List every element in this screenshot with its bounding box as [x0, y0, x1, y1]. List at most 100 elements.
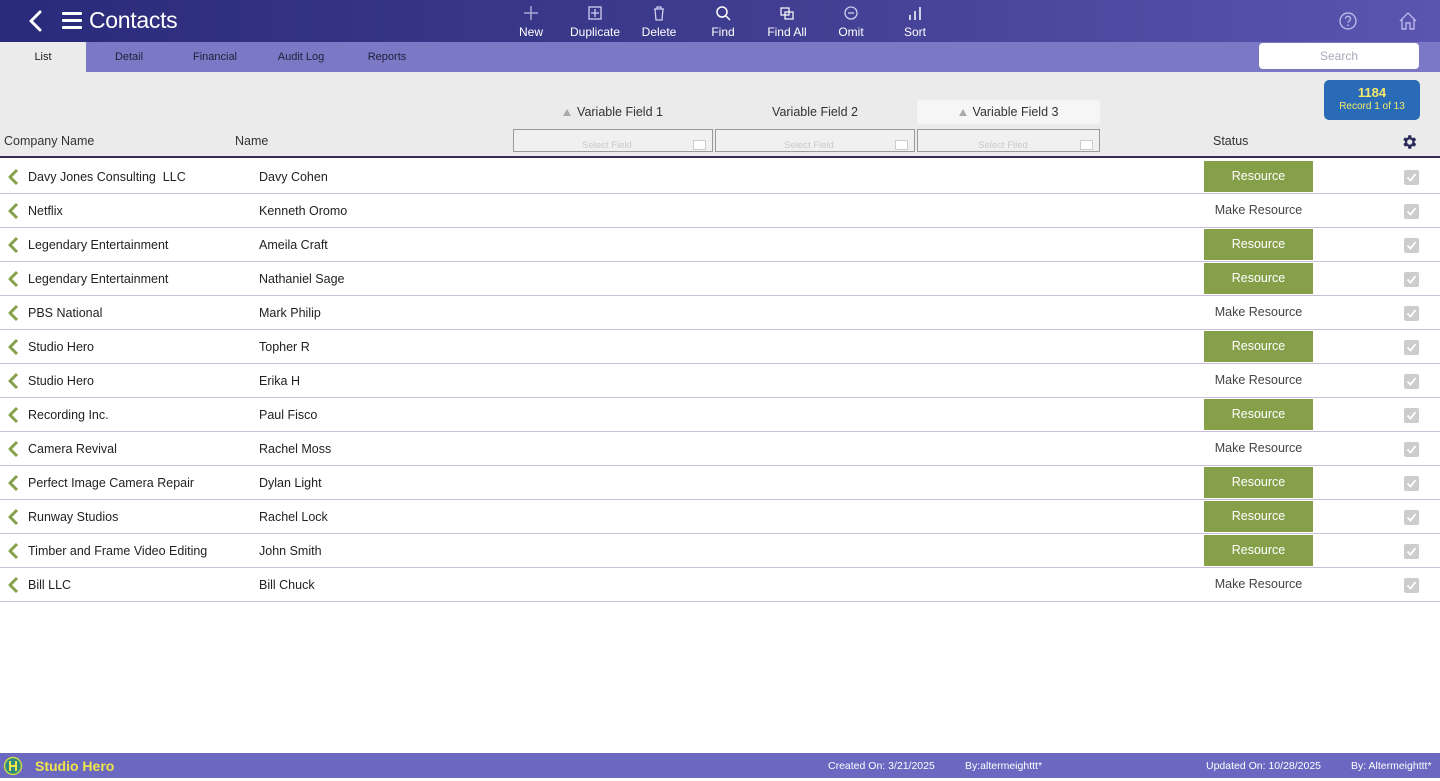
row-checkbox[interactable] [1404, 544, 1419, 559]
help-circle-icon[interactable] [1338, 11, 1358, 31]
chevron-left-icon[interactable] [7, 542, 21, 560]
make-resource-button[interactable]: Make Resource [1204, 195, 1313, 226]
table-row[interactable]: Legendary Entertainment Ameila Craft Res… [0, 228, 1440, 262]
find-button[interactable]: Find [687, 4, 759, 40]
row-checkbox[interactable] [1404, 204, 1419, 219]
table-row[interactable]: Perfect Image Camera Repair Dylan Light … [0, 466, 1440, 500]
chevron-left-icon[interactable] [7, 474, 21, 492]
variable-field-3-header[interactable]: Variable Field 3 [917, 100, 1100, 124]
find-all-button[interactable]: Find All [751, 4, 823, 40]
table-row[interactable]: Legendary Entertainment Nathaniel Sage R… [0, 262, 1440, 296]
row-checkbox[interactable] [1404, 578, 1419, 593]
table-row[interactable]: Recording Inc. Paul Fisco Resource [0, 398, 1440, 432]
table-row[interactable]: Davy Jones Consulting LLC Davy Cohen Res… [0, 160, 1440, 194]
status-resource-button[interactable]: Resource [1204, 263, 1313, 294]
duplicate-icon [588, 6, 602, 20]
variable-field-2-select[interactable]: Select Field [715, 129, 915, 152]
status-resource-button[interactable]: Resource [1204, 399, 1313, 430]
table-row[interactable]: Bill LLC Bill Chuck Make Resource [0, 568, 1440, 602]
table-row[interactable]: Camera Revival Rachel Moss Make Resource [0, 432, 1440, 466]
column-header-name[interactable]: Name [235, 134, 268, 148]
tab-reports[interactable]: Reports [344, 42, 430, 72]
make-resource-button[interactable]: Make Resource [1204, 365, 1313, 396]
chevron-left-icon[interactable] [7, 406, 21, 424]
sort-button[interactable]: Sort [879, 4, 951, 40]
column-header-company[interactable]: Company Name [4, 134, 94, 148]
status-resource-button[interactable]: Resource [1204, 501, 1313, 532]
chevron-left-icon[interactable] [7, 338, 21, 356]
row-checkbox[interactable] [1404, 510, 1419, 525]
trash-icon [654, 6, 664, 21]
select-placeholder: Select Field [582, 140, 632, 151]
row-checkbox[interactable] [1404, 238, 1419, 253]
variable-field-1-header[interactable]: Variable Field 1 [513, 100, 713, 124]
status-resource-button[interactable]: Resource [1204, 331, 1313, 362]
row-checkbox[interactable] [1404, 170, 1419, 185]
chevron-left-icon[interactable] [7, 202, 21, 220]
new-button[interactable]: New [495, 4, 567, 40]
record-count: 1184 [1357, 85, 1387, 100]
search-input[interactable] [1259, 43, 1419, 69]
make-resource-button[interactable]: Make Resource [1204, 433, 1313, 464]
tab-list[interactable]: List [0, 42, 86, 72]
make-resource-button[interactable]: Make Resource [1204, 297, 1313, 328]
omit-button[interactable]: Omit [815, 4, 887, 40]
row-checkbox[interactable] [1404, 408, 1419, 423]
select-checkbox[interactable] [693, 140, 706, 150]
omit-icon [844, 6, 858, 20]
status-resource-button[interactable]: Resource [1204, 161, 1313, 192]
chevron-left-icon[interactable] [7, 372, 21, 390]
chevron-left-icon[interactable] [7, 440, 21, 458]
find-all-icon [780, 7, 794, 20]
back-icon[interactable] [24, 8, 48, 34]
contact-name: Davy Cohen [259, 170, 328, 184]
chevron-left-icon[interactable] [7, 270, 21, 288]
select-checkbox[interactable] [895, 140, 908, 150]
chevron-left-icon[interactable] [7, 168, 21, 186]
plus-icon [524, 6, 538, 20]
table-row[interactable]: PBS National Mark Philip Make Resource [0, 296, 1440, 330]
table-row[interactable]: Studio Hero Topher R Resource [0, 330, 1440, 364]
contact-name: Nathaniel Sage [259, 272, 345, 286]
top-toolbar: Contacts New Duplicate Delete Find Find … [0, 0, 1440, 42]
contact-name: Bill Chuck [259, 578, 315, 592]
find-button-label: Find [711, 25, 735, 39]
row-checkbox[interactable] [1404, 476, 1419, 491]
delete-button[interactable]: Delete [623, 4, 695, 40]
table-row[interactable]: Studio Hero Erika H Make Resource [0, 364, 1440, 398]
status-resource-button[interactable]: Resource [1204, 467, 1313, 498]
table-row[interactable]: Timber and Frame Video Editing John Smit… [0, 534, 1440, 568]
row-checkbox[interactable] [1404, 306, 1419, 321]
row-checkbox[interactable] [1404, 340, 1419, 355]
chevron-left-icon[interactable] [7, 304, 21, 322]
tab-audit-log[interactable]: Audit Log [258, 42, 344, 72]
table-row[interactable]: Runway Studios Rachel Lock Resource [0, 500, 1440, 534]
tab-financial[interactable]: Financial [172, 42, 258, 72]
variable-field-1-select[interactable]: Select Field [513, 129, 713, 152]
column-header-status[interactable]: Status [1213, 134, 1248, 148]
chevron-left-icon[interactable] [7, 576, 21, 594]
variable-field-3-select[interactable]: Select Filed [917, 129, 1100, 152]
row-checkbox[interactable] [1404, 272, 1419, 287]
studio-hero-logo-icon [3, 756, 23, 776]
duplicate-button[interactable]: Duplicate [559, 4, 631, 40]
make-resource-button[interactable]: Make Resource [1204, 569, 1313, 600]
status-resource-button[interactable]: Resource [1204, 535, 1313, 566]
row-checkbox[interactable] [1404, 442, 1419, 457]
row-checkbox[interactable] [1404, 374, 1419, 389]
gear-icon[interactable] [1400, 133, 1418, 151]
chevron-left-icon[interactable] [7, 508, 21, 526]
contact-name: Dylan Light [259, 476, 322, 490]
created-on: Created On: 3/21/2025 [828, 760, 935, 772]
duplicate-button-label: Duplicate [569, 25, 621, 39]
home-icon[interactable] [1397, 10, 1419, 32]
variable-field-2-header[interactable]: Variable Field 2 [715, 100, 915, 124]
status-resource-button[interactable]: Resource [1204, 229, 1313, 260]
hamburger-menu-icon[interactable] [62, 12, 82, 30]
updated-on: Updated On: 10/28/2025 [1206, 760, 1322, 772]
tab-detail[interactable]: Detail [86, 42, 172, 72]
table-row[interactable]: Netflix Kenneth Oromo Make Resource [0, 194, 1440, 228]
chevron-left-icon[interactable] [7, 236, 21, 254]
select-checkbox[interactable] [1080, 140, 1093, 150]
company-name: Studio Hero [28, 374, 95, 388]
